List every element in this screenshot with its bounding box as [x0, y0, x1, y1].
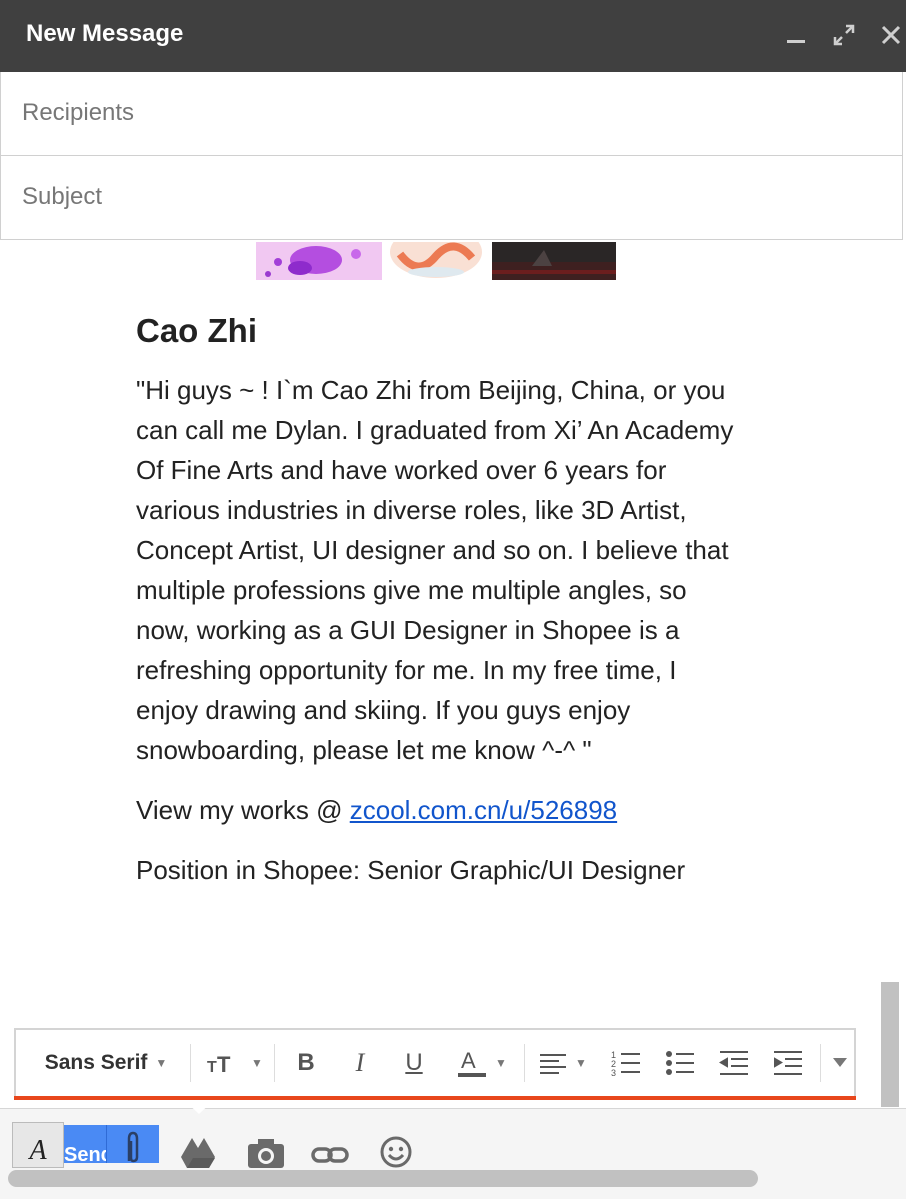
minimize-icon[interactable] [781, 18, 811, 52]
indent-more-icon[interactable] [768, 1030, 808, 1096]
subject-input[interactable] [20, 182, 884, 212]
artwork-thumbnail-purple [256, 242, 382, 280]
font-family-select[interactable]: Sans Serif ▼ [34, 1030, 178, 1096]
text-size-icon[interactable]: TT ▼ [204, 1030, 266, 1096]
works-link[interactable]: zcool.com.cn/u/526898 [350, 795, 617, 825]
send-button[interactable]: Send [64, 1125, 108, 1163]
artwork-thumbnail-dark [492, 242, 616, 280]
formatting-toolbar: Sans Serif ▼ TT ▼ B I U A ▼ ▼ 123 [14, 1028, 856, 1096]
bulleted-list-icon[interactable] [660, 1030, 700, 1096]
body-scrollbar[interactable] [881, 982, 899, 1107]
works-prefix: View my works @ [136, 795, 350, 825]
format-label: A [29, 1135, 47, 1166]
drive-icon[interactable] [178, 1128, 218, 1168]
works-line: View my works @ zcool.com.cn/u/526898 [136, 790, 736, 830]
compose-title-bar[interactable]: New Message [0, 0, 906, 72]
message-content: Cao Zhi "Hi guys ~ ! I`m Cao Zhi from Be… [136, 312, 736, 890]
bold-icon[interactable]: B [288, 1030, 324, 1096]
numbered-list-icon[interactable]: 123 [606, 1030, 646, 1096]
svg-text:T: T [207, 1059, 217, 1074]
link-icon[interactable] [310, 1128, 350, 1168]
svg-text:A: A [461, 1048, 476, 1073]
message-body[interactable]: Cao Zhi "Hi guys ~ ! I`m Cao Zhi from Be… [0, 242, 880, 1032]
chevron-down-icon: ▼ [575, 1056, 587, 1070]
text-color-icon[interactable]: A ▼ [448, 1030, 516, 1096]
artwork-thumbnail-tongue [388, 242, 486, 280]
bio-paragraph: "Hi guys ~ ! I`m Cao Zhi from Beijing, C… [136, 375, 734, 765]
indent-less-icon[interactable] [714, 1030, 754, 1096]
subject-row [0, 156, 903, 240]
position-line: Position in Shopee: Senior Graphic/UI De… [136, 855, 686, 885]
send-label: Send [64, 1144, 108, 1163]
align-icon[interactable]: ▼ [532, 1030, 594, 1096]
close-icon[interactable] [876, 18, 906, 52]
underline-icon[interactable]: U [396, 1030, 432, 1096]
photo-icon[interactable] [246, 1128, 286, 1168]
chevron-down-icon: ▼ [251, 1056, 263, 1070]
recipients-row [0, 72, 903, 156]
emoji-icon[interactable] [376, 1128, 416, 1168]
toolbar-pointer [184, 1100, 214, 1114]
chevron-down-icon: ▼ [495, 1056, 507, 1070]
expand-icon[interactable] [829, 18, 859, 52]
font-family-label: Sans Serif [44, 1051, 148, 1074]
svg-text:3: 3 [611, 1068, 616, 1077]
compose-title: New Message [26, 20, 184, 47]
toolbar-accent-line [14, 1096, 856, 1100]
svg-text:T: T [217, 1052, 231, 1074]
recipients-input[interactable] [20, 98, 884, 128]
chevron-down-icon: ▼ [155, 1056, 168, 1070]
attach-icon[interactable] [106, 1125, 159, 1163]
sender-name: Cao Zhi [136, 312, 257, 349]
italic-icon[interactable]: I [342, 1030, 378, 1096]
horizontal-scrollbar[interactable] [8, 1170, 758, 1187]
more-formatting-icon[interactable] [826, 1030, 854, 1096]
formatting-options-button[interactable]: A [12, 1122, 64, 1168]
